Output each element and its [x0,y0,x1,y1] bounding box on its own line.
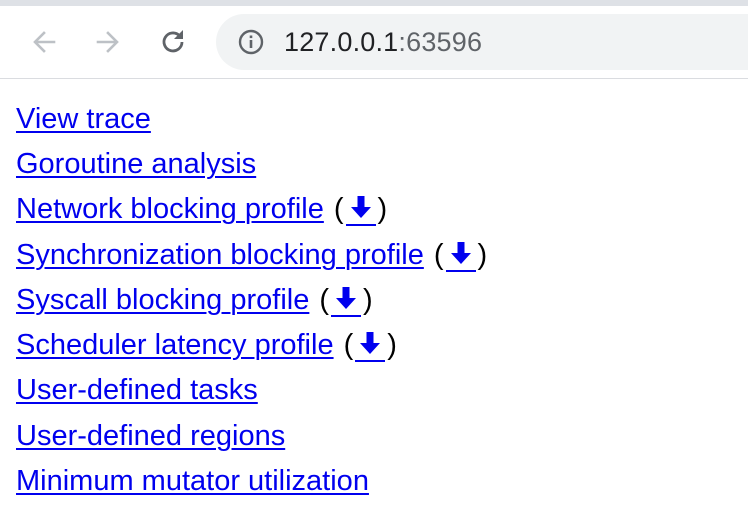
url-port: :63596 [398,27,483,57]
browser-toolbar: 127.0.0.1:63596 [0,6,748,79]
link-goroutine-analysis[interactable]: Goroutine analysis [16,147,256,181]
download-link[interactable] [331,283,362,317]
url-host: 127.0.0.1 [284,27,399,57]
list-item: Network blocking profile () [16,187,736,232]
paren-close: ) [387,329,397,362]
download-arrow-icon [360,332,381,355]
link-user-defined-regions[interactable]: User-defined regions [16,419,285,453]
download-group: () [333,192,388,227]
list-item: Syscall blocking profile () [16,277,736,322]
link-syscall-blocking-profile[interactable]: Syscall blocking profile [16,283,309,317]
link-user-defined-tasks[interactable]: User-defined tasks [16,373,258,407]
address-bar[interactable]: 127.0.0.1:63596 [216,14,748,70]
paren-open: ( [343,329,354,362]
paren-close: ) [377,193,388,226]
paren-open: ( [433,238,444,271]
list-item: Synchronization blocking profile () [16,232,736,277]
list-item: Scheduler latency profile () [16,322,736,367]
download-arrow-icon [450,241,471,264]
page-content: View trace Goroutine analysis Network bloc… [16,96,736,504]
paren-open: ( [333,193,344,226]
list-item: Goroutine analysis [16,141,736,186]
download-group: () [434,238,487,272]
download-link[interactable] [345,192,376,227]
download-group: () [319,283,373,317]
list-item: Minimum mutator utilization [16,458,736,503]
download-arrow-icon [336,286,357,309]
info-circle-icon[interactable] [238,29,264,55]
paren-open: ( [319,283,330,316]
download-link[interactable] [355,328,386,363]
list-item: View trace [16,96,736,141]
link-view-trace[interactable]: View trace [16,102,151,136]
download-group: () [343,328,397,363]
forward-button[interactable] [90,24,126,60]
arrow-left-icon [33,31,56,53]
link-scheduler-latency-profile[interactable]: Scheduler latency profile [16,328,334,362]
paren-close: ) [477,238,488,271]
link-network-blocking-profile[interactable]: Network blocking profile [16,192,324,226]
arrow-right-icon [96,31,119,53]
reload-icon [162,30,184,53]
list-item: User-defined tasks [16,368,736,413]
url-text[interactable]: 127.0.0.1:63596 [284,28,482,56]
link-minimum-mutator-utilization[interactable]: Minimum mutator utilization [16,464,369,498]
back-button[interactable] [26,24,62,60]
reload-button[interactable] [155,24,191,60]
list-item: User-defined regions [16,413,736,458]
paren-close: ) [363,283,373,316]
download-link[interactable] [445,238,476,272]
link-synchronization-blocking-profile[interactable]: Synchronization blocking profile [16,238,424,272]
download-arrow-icon [350,196,371,219]
